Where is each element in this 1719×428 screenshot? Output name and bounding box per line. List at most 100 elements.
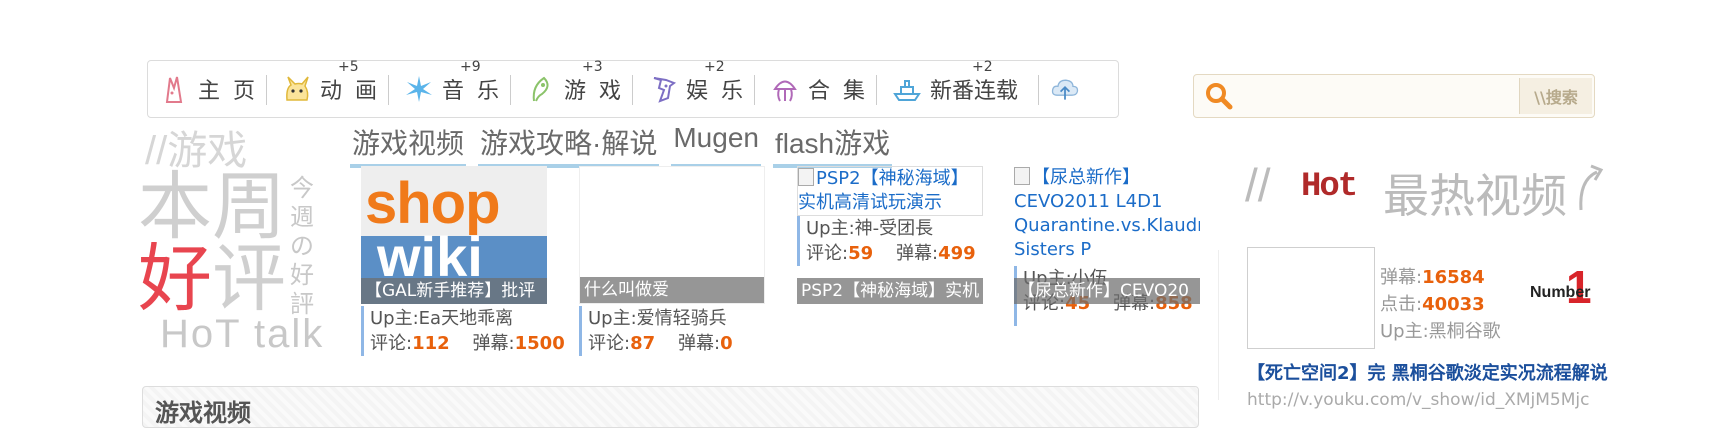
video-thumbnail[interactable]: 什么叫做爱 bbox=[579, 166, 765, 304]
search-icon bbox=[1204, 81, 1234, 111]
nav-item-entertainment[interactable]: +2 娱 乐 bbox=[648, 59, 746, 117]
nav-divider bbox=[510, 75, 511, 105]
video-card[interactable]: shop wiki 【GAL新手推荐】批评 Up主:Ea天地乖离 评论:112 … bbox=[361, 166, 565, 356]
nav-badge: +5 bbox=[338, 59, 359, 75]
tab-flash-games[interactable]: flash游戏 bbox=[772, 122, 893, 168]
up-label: Up主: bbox=[1380, 321, 1429, 342]
click-label: 点击: bbox=[1380, 294, 1423, 315]
panel-title: 游戏视频 bbox=[155, 400, 251, 427]
nav-label: 游 戏 bbox=[564, 79, 624, 104]
video-card[interactable]: 【尿总新作】CEVO2011 L4D1 Quarantine.vs.Klaudn… bbox=[1014, 166, 1202, 326]
nav-divider bbox=[876, 75, 877, 105]
uploader[interactable]: 神-受团長 bbox=[855, 218, 934, 239]
nav-label: 合 集 bbox=[808, 79, 868, 104]
danmaku-count: 1500 bbox=[514, 333, 565, 354]
broken-thumbnail[interactable]: PSP2【神秘海域】实机高清试玩演示 bbox=[797, 166, 983, 216]
danmaku-label: 弹幕: bbox=[678, 333, 721, 354]
ship-icon bbox=[892, 74, 922, 104]
nav-divider bbox=[632, 75, 633, 105]
nav-label: 主 页 bbox=[198, 79, 258, 104]
video-card[interactable]: PSP2【神秘海域】实机高清试玩演示 Up主:神-受团長 评论:59 弹幕:49… bbox=[797, 166, 985, 304]
weekly-favorites-badge: 本周 好评 今週の好評 HoT talk bbox=[138, 162, 338, 362]
comment-count: 59 bbox=[848, 243, 874, 264]
hot-title-hot: Hot bbox=[1301, 168, 1358, 206]
video-caption: 【GAL新手推荐】批评 bbox=[361, 278, 547, 304]
nav-badge: +2 bbox=[704, 59, 725, 75]
nav-divider bbox=[266, 75, 267, 105]
danmaku-count: 0 bbox=[720, 333, 733, 354]
hot-title-main: 最热视频 bbox=[1383, 170, 1567, 222]
video-caption: 【尿总新作】CEVO20 bbox=[1014, 278, 1200, 304]
uploader[interactable]: Ea天地乖离 bbox=[419, 308, 513, 329]
video-meta: Up主:Ea天地乖离 评论:112 弹幕:1500 bbox=[361, 306, 565, 356]
nav-badge: +3 bbox=[582, 59, 603, 75]
nav-item-games[interactable]: +3 游 戏 bbox=[526, 59, 624, 117]
up-label: Up主: bbox=[588, 308, 637, 329]
broken-image-icon bbox=[798, 168, 814, 186]
upload-button[interactable] bbox=[1050, 61, 1088, 117]
uploader[interactable]: 黑桐谷歌 bbox=[1429, 321, 1501, 342]
danmaku-count: 16584 bbox=[1422, 267, 1485, 288]
weekly-vertical-text: 今週の好評 bbox=[290, 175, 314, 318]
video-meta: Up主:神-受团長 评论:59 弹幕:499 bbox=[797, 216, 985, 266]
thumb-alt-text[interactable]: 【尿总新作】CEVO2011 L4D1 Quarantine.vs.Klaudn… bbox=[1014, 167, 1200, 260]
up-label: Up主: bbox=[806, 218, 855, 239]
nav-label: 动 画 bbox=[320, 79, 380, 104]
hot-videos-header: // Hot 最热视频 bbox=[1245, 158, 1625, 222]
search-input[interactable] bbox=[1242, 79, 1516, 113]
rank-badge: 1 Number bbox=[1530, 261, 1600, 313]
comment-label: 评论: bbox=[588, 333, 631, 354]
danmaku-label: 弹幕: bbox=[896, 243, 939, 264]
danmaku-count: 499 bbox=[938, 243, 976, 264]
broken-thumbnail[interactable]: 【尿总新作】CEVO2011 L4D1 Quarantine.vs.Klaudn… bbox=[1014, 166, 1200, 266]
search-button[interactable]: \\搜索 bbox=[1519, 78, 1592, 114]
robot-icon bbox=[648, 74, 678, 104]
nav-badge: +9 bbox=[460, 59, 481, 75]
video-caption: 什么叫做爱 bbox=[580, 277, 764, 303]
comment-count: 87 bbox=[630, 333, 656, 354]
video-card[interactable]: 什么叫做爱 Up主:爱情轻骑兵 评论:87 弹幕:0 bbox=[579, 166, 767, 356]
uploader[interactable]: 爱情轻骑兵 bbox=[637, 308, 727, 329]
nav-label: 娱 乐 bbox=[686, 79, 746, 104]
column-divider bbox=[1218, 250, 1219, 400]
comment-label: 评论: bbox=[370, 333, 413, 354]
nav-item-home[interactable]: 主 页 bbox=[160, 61, 258, 117]
nav-item-new-series[interactable]: +2 新番连载 bbox=[892, 59, 1019, 117]
pikachu-icon bbox=[282, 74, 312, 104]
click-count: 40033 bbox=[1422, 294, 1485, 315]
hot-video-url[interactable]: http://v.youku.com/v_show/id_XMjM5Mjc bbox=[1247, 390, 1590, 410]
nav-label: 音 乐 bbox=[442, 79, 502, 104]
hot-video-thumbnail[interactable] bbox=[1247, 247, 1375, 349]
nav-label: 新番连载 bbox=[930, 79, 1019, 104]
comment-count: 112 bbox=[412, 333, 450, 354]
subtab-bar: 游戏视频 游戏攻略·解说 Mugen flash游戏 bbox=[350, 122, 893, 168]
nav-badge: +2 bbox=[972, 59, 993, 75]
hot-title-prefix: // bbox=[1245, 159, 1271, 211]
nav-divider bbox=[388, 75, 389, 105]
nav-divider bbox=[1038, 75, 1039, 105]
leaf-icon bbox=[526, 74, 556, 104]
video-caption: PSP2【神秘海域】实机 bbox=[797, 278, 983, 304]
nav-item-collections[interactable]: 合 集 bbox=[770, 61, 868, 117]
nav-divider bbox=[754, 75, 755, 105]
broken-image-icon bbox=[1014, 167, 1030, 185]
bunny-icon bbox=[160, 74, 190, 104]
nav-item-music[interactable]: +9 音 乐 bbox=[404, 59, 502, 117]
thumb-alt-text[interactable]: PSP2【神秘海域】实机高清试玩演示 bbox=[798, 168, 969, 213]
nav-item-anime[interactable]: +5 动 画 bbox=[282, 59, 380, 117]
tab-game-guides[interactable]: 游戏攻略·解说 bbox=[478, 122, 660, 168]
up-label: Up主: bbox=[370, 308, 419, 329]
hot-video-stats: 弹幕:16584 点击:40033 Up主:黑桐谷歌 bbox=[1380, 264, 1501, 345]
hot-video-title[interactable]: 【死亡空间2】完 黑桐谷歌淡定实况流程解说 bbox=[1247, 359, 1608, 385]
tab-mugen[interactable]: Mugen bbox=[671, 122, 761, 168]
weekly-line1: 本周 bbox=[138, 165, 286, 248]
game-videos-panel: 游戏视频 bbox=[142, 386, 1199, 428]
rank-label: Number bbox=[1530, 284, 1591, 301]
jellyfish-icon bbox=[770, 74, 800, 104]
main-nav: 主 页 +5 动 画 +9 音 乐 +3 游 戏 +2 娱 乐 合 集 +2 新… bbox=[147, 59, 1119, 118]
tab-game-videos[interactable]: 游戏视频 bbox=[350, 122, 467, 168]
curved-arrow-icon bbox=[1575, 158, 1615, 214]
comment-label: 评论: bbox=[806, 243, 849, 264]
danmaku-label: 弹幕: bbox=[1380, 267, 1423, 288]
video-thumbnail[interactable]: shop wiki 【GAL新手推荐】批评 bbox=[361, 166, 547, 304]
